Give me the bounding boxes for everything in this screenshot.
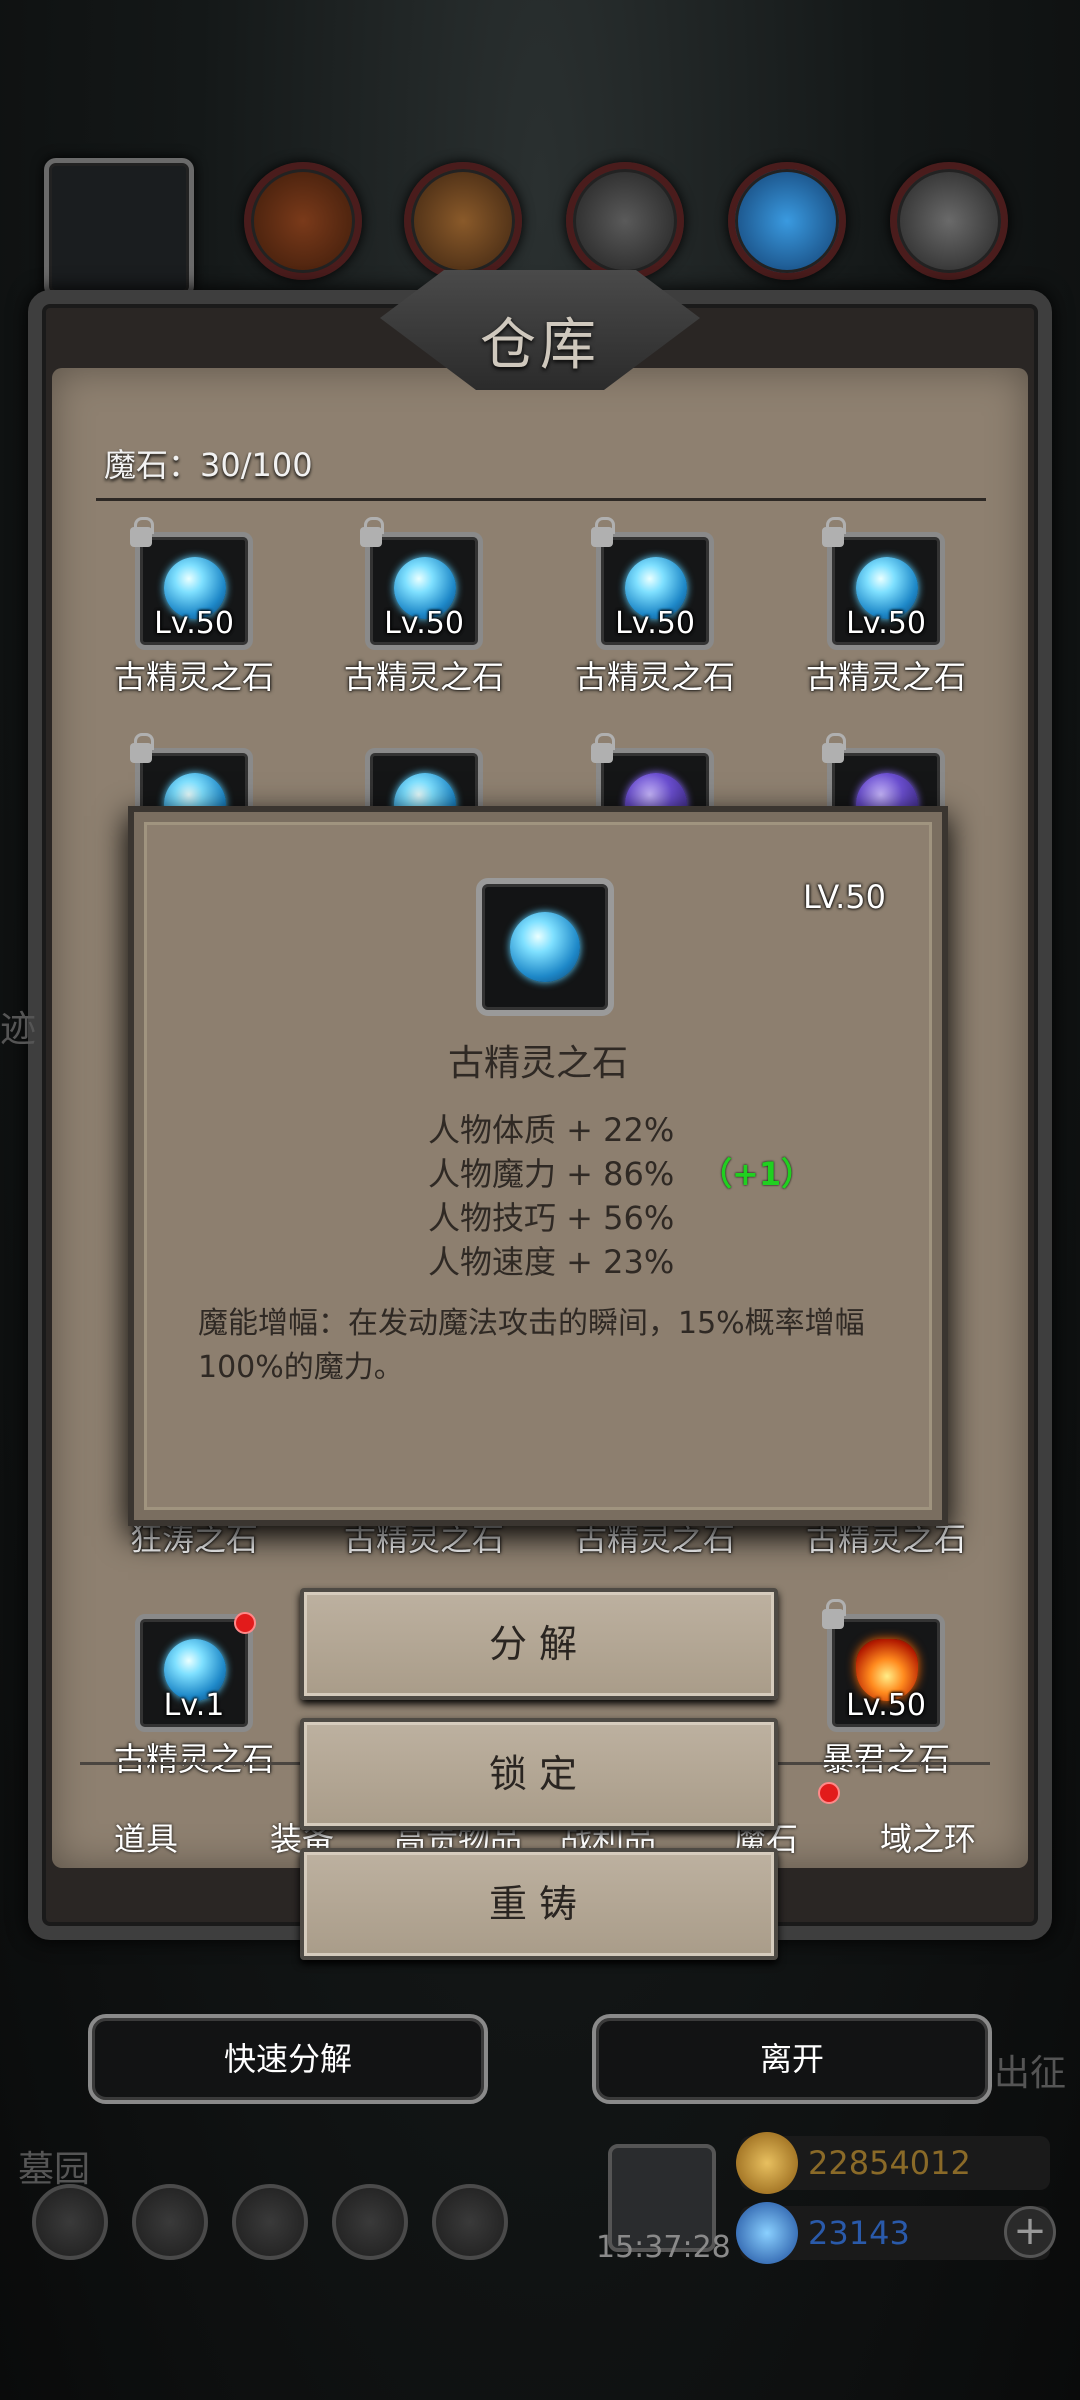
item-name: 古精灵之石: [574, 658, 735, 696]
lock-icon: [822, 733, 846, 763]
skill-description: 魔能增幅：在发动魔法攻击的瞬间，15%概率增幅100%的魔力。: [198, 1306, 865, 1385]
inventory-item[interactable]: Lv.50 古精灵之石: [84, 517, 304, 698]
page-title: 仓库: [480, 313, 600, 378]
gold-value: 22854012: [808, 2144, 971, 2182]
stat-row: 人物速度 + 23%: [428, 1240, 674, 1284]
tab-badge: [818, 1782, 840, 1804]
stat-label: 人物技巧 + 56%: [428, 1199, 675, 1237]
meat-resource-icon[interactable]: [244, 162, 362, 280]
stat-row: 人物魔力 + 86% （+1）: [428, 1152, 813, 1196]
tab-items[interactable]: 道具: [114, 1814, 178, 1860]
item-name: 古精灵之石: [113, 658, 274, 696]
add-currency-button[interactable]: +: [1004, 2206, 1056, 2258]
item-slot[interactable]: Lv.50: [822, 1599, 945, 1732]
item-level: Lv.1: [163, 1688, 225, 1723]
lock-icon: [591, 733, 615, 763]
character-portrait[interactable]: [44, 158, 194, 298]
item-slot[interactable]: Lv.1: [135, 1614, 253, 1732]
inventory-item[interactable]: Lv.50 古精灵之石: [545, 517, 765, 698]
stat-row: 人物体质 + 22%: [428, 1108, 674, 1152]
lock-icon: [130, 733, 154, 763]
gem-value: 23143: [808, 2214, 910, 2252]
item-level: Lv.50: [384, 606, 464, 641]
wood-resource-icon[interactable]: [404, 162, 522, 280]
diamond-icon: [736, 2202, 798, 2264]
item-slot[interactable]: Lv.50: [360, 517, 483, 650]
guide-icon[interactable]: [432, 2184, 508, 2260]
magic-stone-capacity: 魔石：30/100: [104, 446, 313, 484]
item-name: 古精灵之石: [343, 658, 504, 696]
divider: [96, 498, 986, 501]
lock-button[interactable]: 锁定: [300, 1718, 778, 1830]
mail-icon[interactable]: [332, 2184, 408, 2260]
stat-row: 人物技巧 + 56%: [428, 1196, 674, 1240]
lock-icon: [822, 517, 846, 547]
stone-resource-icon[interactable]: [566, 162, 684, 280]
item-level: Lv.50: [846, 606, 926, 641]
item-slot[interactable]: Lv.50: [591, 517, 714, 650]
quick-decompose-button[interactable]: 快速分解: [88, 2014, 488, 2104]
lock-icon: [591, 517, 615, 547]
tab-domain-ring[interactable]: 域之环: [880, 1814, 976, 1860]
achievement-icon[interactable]: [132, 2184, 208, 2260]
quest-icon[interactable]: [232, 2184, 308, 2260]
gift-timer: 15:37:28: [596, 2230, 731, 2265]
expedition-label[interactable]: 出征: [994, 2044, 1066, 2096]
stat-label: 人物魔力 + 86%: [428, 1155, 675, 1193]
item-level: Lv.50: [615, 606, 695, 641]
inventory-item[interactable]: Lv.50 古精灵之石: [314, 517, 534, 698]
gold-counter: 22854012: [736, 2132, 1050, 2194]
recast-button[interactable]: 重铸: [300, 1848, 778, 1960]
crystal-resource-icon[interactable]: [728, 162, 846, 280]
inventory-item[interactable]: Lv.1 古精灵之石: [84, 1614, 304, 1780]
tooltip-item-slot: [476, 878, 614, 1016]
stat-label: 人物速度 + 23%: [428, 1243, 675, 1281]
item-slot[interactable]: Lv.50: [130, 517, 253, 650]
gold-coin-icon: [736, 2132, 798, 2194]
stat-bonus: （+1）: [700, 1155, 814, 1193]
decompose-button[interactable]: 分解: [300, 1588, 778, 1700]
item-name: 古精灵之石: [805, 658, 966, 696]
new-item-badge: [234, 1612, 256, 1634]
side-label: 迹: [0, 1009, 37, 1050]
lock-icon: [822, 1599, 846, 1629]
item-level: Lv.50: [846, 1688, 926, 1723]
tooltip-level: LV.50: [803, 878, 886, 916]
lock-icon: [360, 517, 384, 547]
stats-list: 人物体质 + 22% 人物魔力 + 86% （+1） 人物技巧 + 56% 人物…: [428, 1108, 813, 1284]
lock-icon: [130, 517, 154, 547]
iron-resource-icon[interactable]: [890, 162, 1008, 280]
blue-gem-icon: [510, 912, 580, 982]
item-slot[interactable]: Lv.50: [822, 517, 945, 650]
item-level: Lv.50: [154, 606, 234, 641]
tooltip-item-name: 古精灵之石: [447, 1043, 628, 1084]
stat-label: 人物体质 + 22%: [428, 1111, 675, 1149]
item-detail-tooltip: LV.50 古精灵之石 人物体质 + 22% 人物魔力 + 86% （+1） 人…: [128, 806, 948, 1526]
leave-button[interactable]: 离开: [592, 2014, 992, 2104]
inventory-item[interactable]: Lv.50 暴君之石: [776, 1599, 996, 1780]
inventory-item[interactable]: Lv.50 古精灵之石: [776, 517, 996, 698]
settings-icon[interactable]: [32, 2184, 108, 2260]
